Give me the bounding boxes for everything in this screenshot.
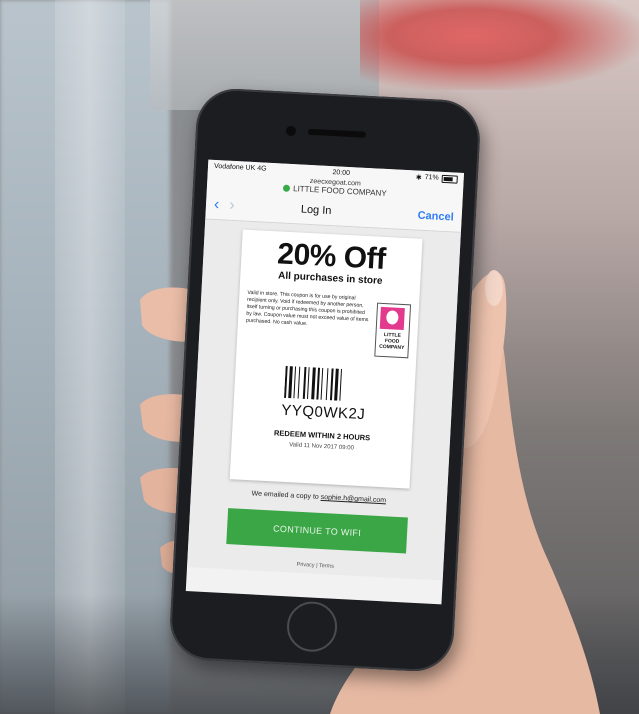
front-camera (285, 125, 297, 137)
phone-screen: Vodafone UK 4G 20:00 ✱ 71% zeecxegoat.co… (185, 159, 465, 605)
smartphone: Vodafone UK 4G 20:00 ✱ 71% zeecxegoat.co… (168, 86, 482, 674)
emailed-notice: We emailed a copy to sophie.h@gmail.com (191, 487, 447, 507)
background-red-sign (360, 0, 639, 90)
coupon-terms: Valid in store. This coupon is for use b… (245, 289, 369, 327)
barcode-bar (325, 368, 329, 401)
status-right: ✱ 71% (415, 173, 458, 184)
continue-to-wifi-button[interactable]: CONTINUE TO WIFI (226, 508, 408, 554)
carrier-text: Vodafone UK 4G (213, 162, 267, 173)
barcode-bar (320, 367, 324, 400)
footer-text: Privacy | Terms (296, 561, 335, 570)
clock-text: 20:00 (332, 169, 351, 178)
barcode-bar (329, 368, 334, 401)
cancel-button[interactable]: Cancel (417, 210, 454, 224)
coupon-card: 20% Off All purchases in store Valid in … (229, 229, 423, 489)
barcode-bar (284, 365, 288, 398)
forward-arrow-icon[interactable]: › (229, 197, 235, 215)
barcode-bar (297, 366, 301, 399)
barcode-bar (316, 367, 321, 400)
bluetooth-icon: ✱ (415, 173, 422, 182)
battery-icon (441, 174, 458, 184)
page-title: Log In (300, 203, 332, 218)
emailed-prefix: We emailed a copy to (251, 490, 321, 501)
secure-site-icon (282, 184, 291, 192)
barcode-bar (334, 368, 339, 401)
battery-percent: 71% (424, 173, 439, 182)
terms-row: Valid in store. This coupon is for use b… (244, 289, 412, 359)
home-button[interactable] (285, 600, 339, 653)
barcode-bar (302, 366, 307, 399)
brand-logo: LITTLE FOOD COMPANY (374, 302, 412, 359)
coupon-code: YYQ0WK2J (280, 401, 366, 424)
back-arrow-icon[interactable]: ‹ (214, 196, 220, 214)
earpiece-speaker (307, 128, 367, 138)
barcode-bar (339, 368, 343, 401)
email-link[interactable]: sophie.h@gmail.com (320, 494, 386, 504)
barcode-bar (293, 366, 297, 399)
barcode-bar (306, 367, 310, 400)
logo-text: LITTLE FOOD COMPANY (379, 332, 405, 352)
nav-arrows: ‹ › (214, 196, 236, 215)
page-content: 20% Off All purchases in store Valid in … (187, 219, 461, 581)
barcode (284, 365, 343, 401)
barcode-bar (288, 366, 293, 399)
barcode-bar (311, 367, 316, 400)
